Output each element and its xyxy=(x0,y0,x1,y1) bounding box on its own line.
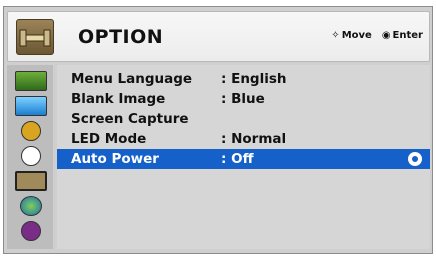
enter-hint-label: Enter xyxy=(392,30,423,41)
network-icon[interactable] xyxy=(20,196,42,216)
dpad-icon: ✧ xyxy=(331,30,340,41)
option-list: Menu Language : English Blank Image : Bl… xyxy=(57,65,430,249)
menu-item-value: : Blue xyxy=(221,91,265,107)
menu-item-led-mode[interactable]: LED Mode : Normal xyxy=(57,129,430,149)
screen-icon[interactable] xyxy=(15,96,47,116)
menu-item-value: : Off xyxy=(221,151,254,167)
option-menu-window: OPTION ✧ Move ◉ Enter Menu Language : En… xyxy=(3,6,433,254)
page-title: OPTION xyxy=(78,26,164,48)
audio-icon[interactable] xyxy=(21,121,41,141)
menu-item-blank-image[interactable]: Blank Image : Blue xyxy=(57,89,430,109)
enter-hint: ◉ Enter xyxy=(382,30,423,41)
key-hints: ✧ Move ◉ Enter xyxy=(331,30,423,41)
move-hint-label: Move xyxy=(341,30,372,41)
menu-item-auto-power[interactable]: Auto Power : Off xyxy=(57,149,430,169)
menu-item-screen-capture[interactable]: Screen Capture xyxy=(57,109,430,129)
menu-item-label: Blank Image xyxy=(71,91,166,107)
menu-item-label: Auto Power xyxy=(71,151,159,167)
option-category-icon xyxy=(16,19,54,55)
menu-item-value: : Normal xyxy=(221,131,287,147)
menu-item-label: Screen Capture xyxy=(71,111,189,127)
menu-item-value: : English xyxy=(221,71,287,87)
menu-item-menu-language[interactable]: Menu Language : English xyxy=(57,69,430,89)
option-icon[interactable] xyxy=(15,171,47,191)
info-icon[interactable] xyxy=(21,221,41,241)
picture-icon[interactable] xyxy=(15,71,47,91)
time-icon[interactable] xyxy=(21,146,41,166)
menu-item-label: LED Mode xyxy=(71,131,147,147)
menu-header: OPTION ✧ Move ◉ Enter xyxy=(7,11,430,62)
move-hint: ✧ Move xyxy=(331,30,372,41)
category-sidebar xyxy=(7,65,53,249)
menu-item-label: Menu Language xyxy=(71,71,193,87)
enter-indicator-icon xyxy=(408,152,422,166)
enter-icon: ◉ xyxy=(381,30,391,41)
